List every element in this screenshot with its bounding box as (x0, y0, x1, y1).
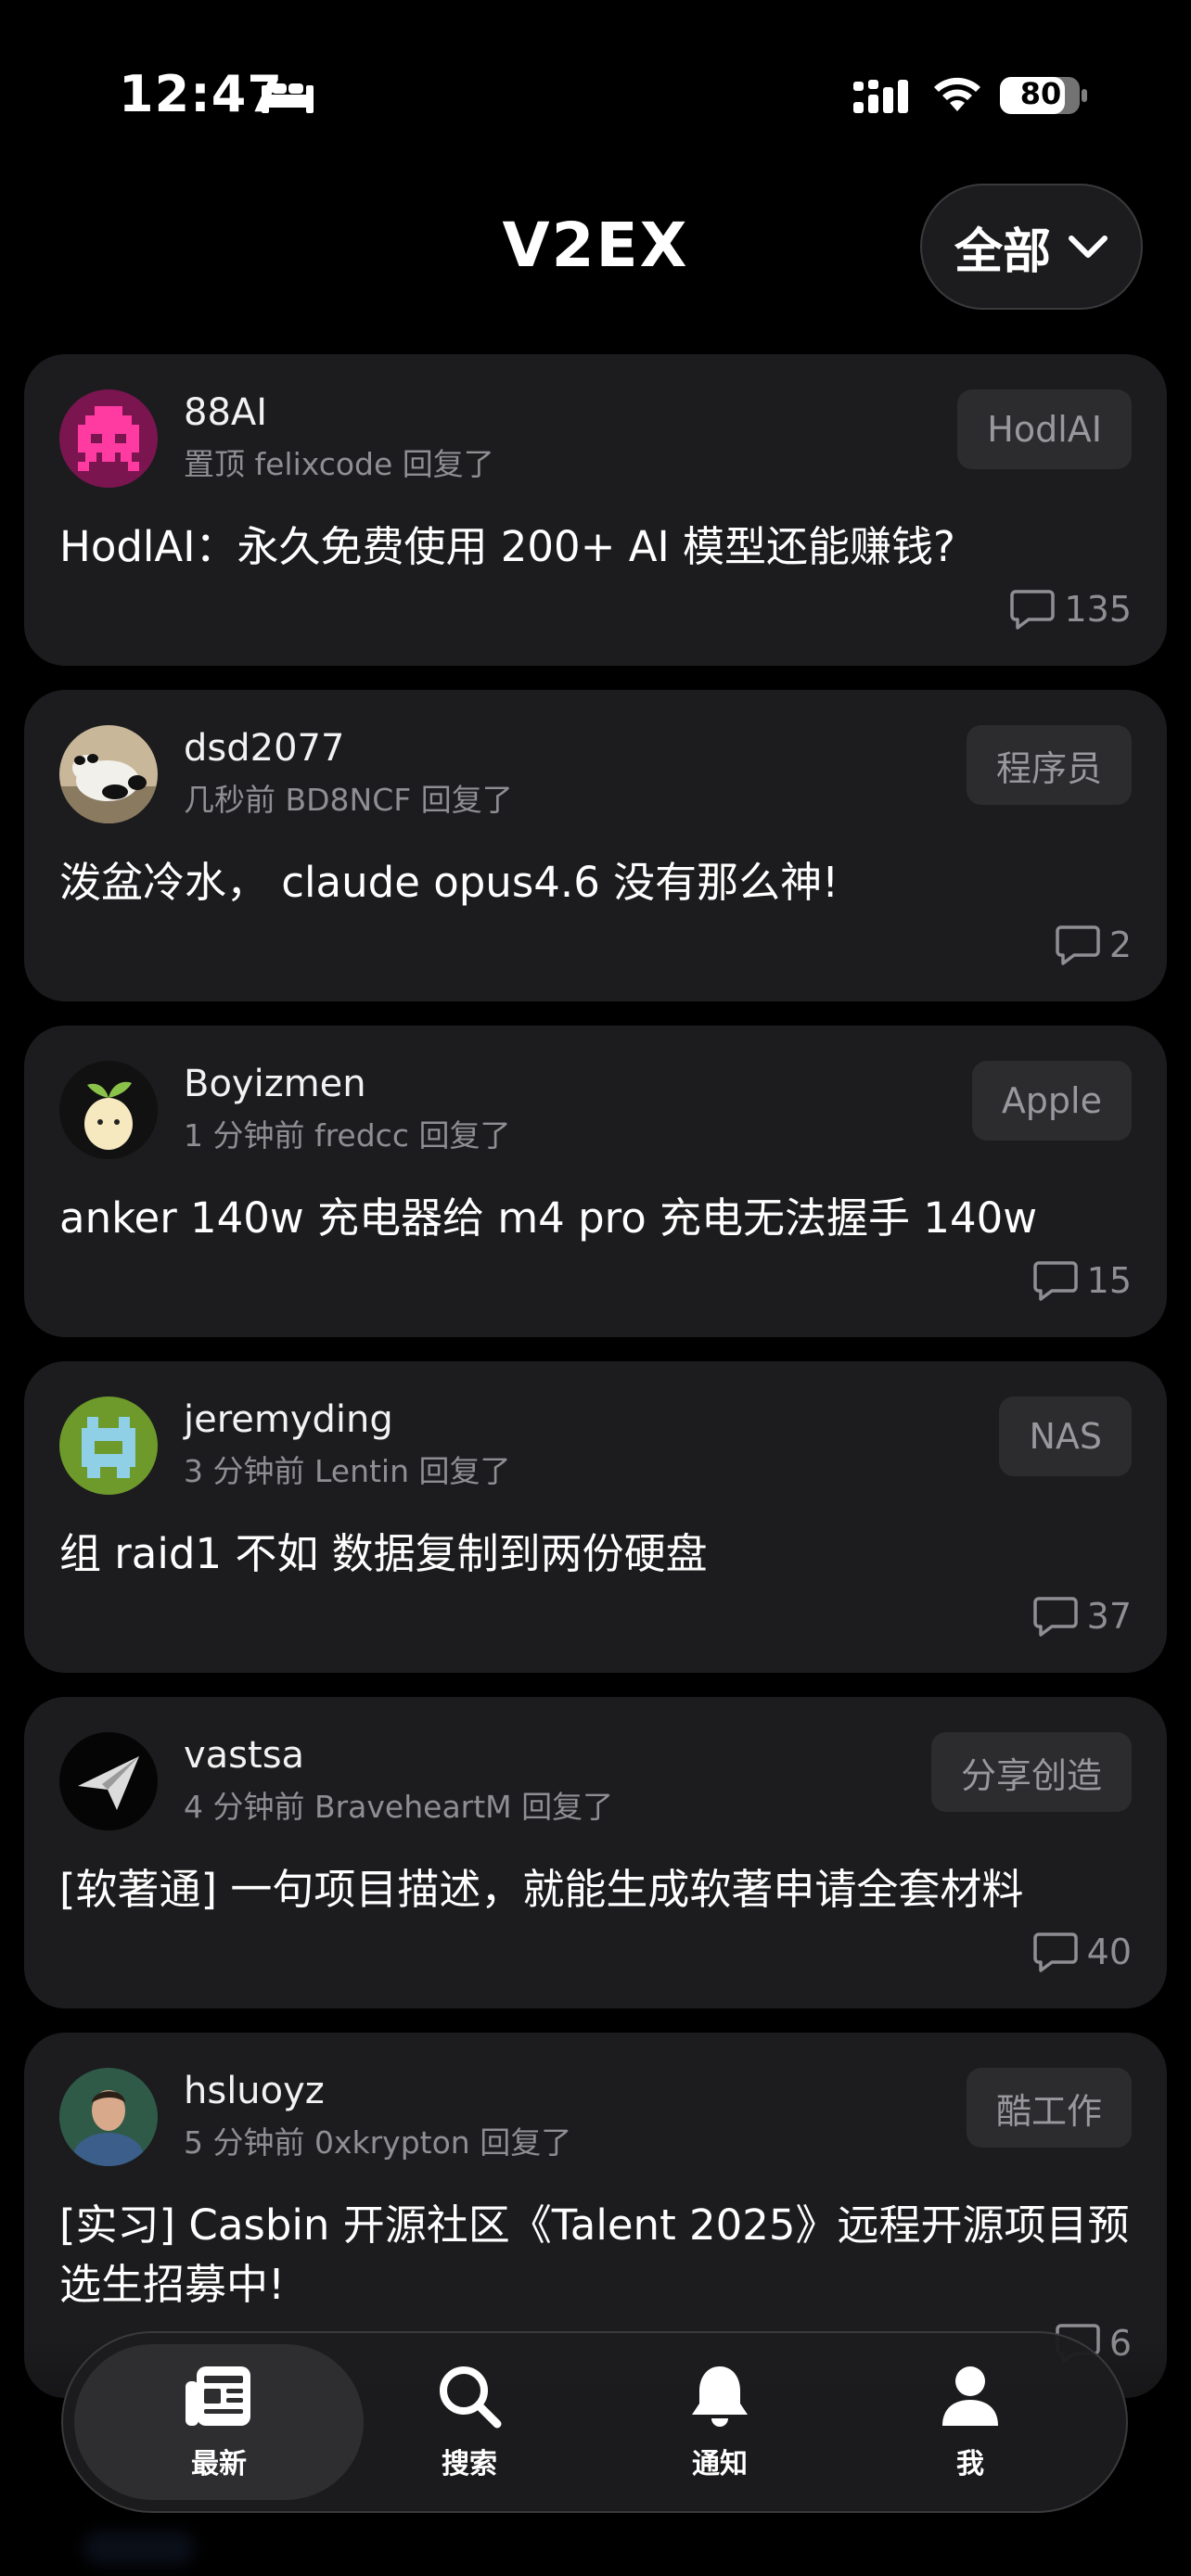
tab-label: 我 (956, 2448, 984, 2480)
reply-count-value: 40 (1086, 1932, 1132, 1972)
topic-title[interactable]: anker 140w 充电器给 m4 pro 充电无法握手 140w (59, 1189, 1135, 1248)
wifi-icon (934, 77, 980, 111)
topic-meta: 1 分钟前 fredcc 回复了 (184, 1117, 511, 1154)
reply-count-value: 2 (1108, 925, 1132, 965)
node-tag[interactable]: NAS (999, 1396, 1132, 1476)
chevron-down-icon (1069, 236, 1108, 258)
topic-card[interactable]: jeremyding 3 分钟前 Lentin 回复了 NAS 组 raid1 … (24, 1361, 1167, 1673)
reply-count: 15 (1032, 1259, 1132, 1302)
battery-level: 80 (1019, 76, 1062, 111)
topic-card[interactable]: Boyizmen 1 分钟前 fredcc 回复了 Apple anker 14… (24, 1026, 1167, 1337)
tab-label: 搜索 (442, 2448, 497, 2480)
photo-avatar[interactable] (59, 2068, 158, 2166)
author-name[interactable]: hsluoyz (184, 2070, 325, 2112)
tab-label: 通知 (692, 2448, 748, 2480)
person-icon (942, 2366, 998, 2426)
comment-icon (1010, 590, 1056, 630)
reply-count: 37 (1032, 1595, 1132, 1638)
node-tag[interactable]: 酷工作 (966, 2068, 1132, 2148)
pixel-invader-avatar[interactable] (59, 389, 158, 488)
reply-count: 2 (1056, 924, 1132, 966)
node-tag[interactable]: 分享创造 (930, 1732, 1132, 1812)
tab-search[interactable]: 搜索 (377, 2352, 562, 2496)
paper-plane-avatar[interactable] (59, 1732, 158, 1830)
node-tag[interactable]: Apple (971, 1061, 1132, 1141)
topic-card[interactable]: 88AI 置顶 felixcode 回复了 HodlAI HodlAI：永久免费… (24, 354, 1167, 666)
topic-title[interactable]: HodlAI：永久免费使用 200+ AI 模型还能赚钱? (59, 517, 1135, 577)
screen: 12:47 80 V2EX 全部 88AI 置顶 felixcode 回复了 H… (0, 0, 1191, 2576)
author-name[interactable]: 88AI (184, 391, 267, 434)
topic-meta: 3 分钟前 Lentin 回复了 (184, 1453, 511, 1489)
bell-icon (692, 2366, 748, 2427)
topic-title[interactable]: 泼盆冷水， claude opus4.6 没有那么神! (59, 853, 1135, 912)
node-tag[interactable]: 程序员 (966, 725, 1132, 805)
background-blur (83, 2531, 195, 2565)
panda-avatar[interactable] (59, 725, 158, 823)
node-tag[interactable]: HodlAI (957, 389, 1132, 469)
search-icon (440, 2366, 502, 2429)
tab-label: 最新 (191, 2448, 247, 2480)
topic-card[interactable]: dsd2077 几秒前 BD8NCF 回复了 程序员 泼盆冷水， claude … (24, 690, 1167, 1001)
comment-icon (1032, 1932, 1078, 1972)
node-filter-button[interactable]: 全部 (920, 184, 1143, 310)
tab-bar: 最新 搜索 通知 我 (61, 2331, 1128, 2513)
bed-icon (262, 83, 314, 113)
author-name[interactable]: Boyizmen (184, 1063, 366, 1105)
filter-label: 全部 (954, 223, 1051, 280)
reply-count-value: 15 (1086, 1260, 1132, 1301)
topic-title[interactable]: 组 raid1 不如 数据复制到两份硬盘 (59, 1524, 1135, 1584)
topic-title[interactable]: [实习] Casbin 开源社区《Talent 2025》远程开源项目预选生招募… (59, 2196, 1135, 2315)
comment-icon (1032, 1261, 1078, 1301)
topic-meta: 5 分钟前 0xkrypton 回复了 (184, 2124, 572, 2161)
tab-profile[interactable]: 我 (877, 2352, 1063, 2496)
author-name[interactable]: dsd2077 (184, 727, 344, 770)
topic-card[interactable]: vastsa 4 分钟前 BraveheartM 回复了 分享创造 [软著通] … (24, 1697, 1167, 2009)
sprout-avatar[interactable] (59, 1061, 158, 1159)
author-name[interactable]: jeremyding (184, 1398, 393, 1441)
reply-count: 135 (1010, 588, 1132, 631)
tab-notifications[interactable]: 通知 (627, 2352, 813, 2496)
topic-meta: 4 分钟前 BraveheartM 回复了 (184, 1789, 614, 1825)
topic-title[interactable]: [软著通] 一句项目描述，就能生成软著申请全套材料 (59, 1860, 1135, 1919)
newspaper-icon (186, 2366, 250, 2426)
comment-icon (1032, 1597, 1078, 1637)
topic-meta: 几秒前 BD8NCF 回复了 (184, 782, 513, 818)
reply-count-value: 37 (1086, 1596, 1132, 1637)
topic-meta: 置顶 felixcode 回复了 (184, 446, 494, 482)
cellular-signal-icon (853, 80, 908, 113)
reply-count: 40 (1032, 1931, 1132, 1973)
reply-count-value: 135 (1064, 589, 1132, 630)
status-bar: 12:47 80 (0, 0, 1191, 185)
pixel-robot-avatar[interactable] (59, 1396, 158, 1495)
status-time: 12:47 (119, 65, 283, 123)
tab-latest[interactable]: 最新 (126, 2352, 312, 2496)
author-name[interactable]: vastsa (184, 1734, 304, 1777)
comment-icon (1056, 925, 1100, 965)
